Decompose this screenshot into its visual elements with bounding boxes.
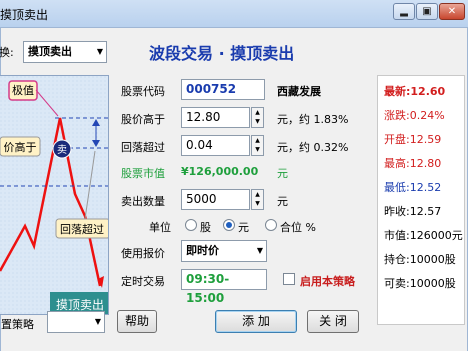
price-stepper[interactable]: ▲ ▼ bbox=[251, 107, 264, 128]
sell-badge: 卖 bbox=[57, 144, 67, 156]
sell-qty-unit: 元 bbox=[277, 195, 288, 208]
dialog-body: 换: 摸顶卖出 ▼ 波段交易 · 摸顶卖出 卖 极值 价高于 回落超过 摸顶卖出… bbox=[0, 28, 468, 351]
peak-label: 极值 bbox=[12, 83, 34, 97]
illustration-graphic: 卖 极值 价高于 回落超过 摸顶卖出 bbox=[0, 76, 108, 314]
market-value-info: 市值:126000元 bbox=[384, 229, 463, 242]
sell-qty-input[interactable]: 5000 bbox=[181, 189, 250, 210]
timer-input[interactable]: 09:30-15:00 bbox=[181, 269, 267, 305]
strategy-select[interactable]: 摸顶卖出 ▼ bbox=[23, 41, 107, 63]
unit-radio-yuan[interactable] bbox=[223, 219, 235, 231]
market-value: ¥126,000.00 bbox=[181, 165, 259, 178]
low-price: 最低:12.52 bbox=[384, 181, 442, 194]
timer-label: 定时交易 bbox=[121, 275, 165, 288]
close-window-button[interactable]: ✕ bbox=[439, 3, 465, 20]
price-unit: 元，约 1.83% bbox=[277, 113, 349, 126]
open-price: 开盘:12.59 bbox=[384, 133, 442, 146]
quote-select[interactable]: 即时价 ▼ bbox=[181, 240, 267, 262]
stock-name: 西藏发展 bbox=[277, 85, 321, 98]
strategy-illustration: 卖 极值 价高于 回落超过 摸顶卖出 bbox=[0, 75, 109, 315]
maximize-button[interactable]: ▣ bbox=[416, 3, 438, 20]
sell-qty-label: 卖出数量 bbox=[121, 195, 165, 208]
unit-option-percent: 合位 % bbox=[280, 221, 316, 234]
sell-qty-stepper[interactable]: ▲ ▼ bbox=[251, 189, 264, 210]
enable-strategy-checkbox[interactable] bbox=[283, 273, 295, 285]
fallback-field-label: 回落超过 bbox=[121, 141, 165, 154]
high-price: 最高:12.80 bbox=[384, 157, 442, 170]
illustration-footer-label: 摸顶卖出 bbox=[56, 298, 104, 312]
price-above-field-label: 股价高于 bbox=[121, 113, 165, 126]
fallback-input[interactable]: 0.04 bbox=[181, 135, 250, 156]
help-button[interactable]: 帮助 bbox=[117, 310, 157, 333]
strategy-setting-select[interactable]: ▼ bbox=[47, 311, 105, 333]
strategy-select-value: 摸顶卖出 bbox=[28, 45, 72, 58]
price-change: 涨跌:0.24% bbox=[384, 109, 445, 122]
unit-option-yuan: 元 bbox=[238, 221, 249, 234]
unit-radio-percent[interactable] bbox=[265, 219, 277, 231]
chevron-down-icon: ▼ bbox=[256, 246, 263, 255]
market-value-label: 股票市值 bbox=[121, 167, 165, 180]
page-title: 波段交易 · 摸顶卖出 bbox=[149, 44, 295, 63]
strategy-switch-label: 换: bbox=[0, 46, 14, 59]
unit-option-shares: 股 bbox=[200, 221, 211, 234]
fallback-stepper[interactable]: ▲ ▼ bbox=[251, 135, 264, 156]
latest-price: 最新:12.60 bbox=[384, 85, 446, 98]
price-above-label: 价高于 bbox=[4, 140, 37, 154]
quote-info-panel: 最新:12.60 涨跌:0.24% 开盘:12.59 最高:12.80 最低:1… bbox=[377, 75, 465, 325]
chevron-down-icon: ▼ bbox=[96, 47, 103, 56]
add-button[interactable]: 添 加 bbox=[215, 310, 297, 333]
enable-strategy-label: 启用本策略 bbox=[300, 275, 355, 288]
chevron-down-icon: ▼ bbox=[94, 317, 101, 326]
holding-info: 持仓:10000股 bbox=[384, 253, 456, 266]
quote-select-value: 即时价 bbox=[186, 244, 219, 257]
stock-code-label: 股票代码 bbox=[121, 85, 165, 98]
prev-close: 昨收:12.57 bbox=[384, 205, 442, 218]
minimize-button[interactable]: ▂ bbox=[393, 3, 415, 20]
price-above-input[interactable]: 12.80 bbox=[181, 107, 250, 128]
close-button[interactable]: 关 闭 bbox=[307, 310, 359, 333]
quote-label: 使用报价 bbox=[121, 247, 165, 260]
title-bar: 摸顶卖出 ▂ ▣ ✕ bbox=[0, 0, 468, 28]
unit-radio-shares[interactable] bbox=[185, 219, 197, 231]
fallback-label: 回落超过 bbox=[60, 222, 104, 236]
strategy-setting-label: 置策略 bbox=[1, 318, 34, 331]
window-title: 摸顶卖出 bbox=[0, 8, 49, 22]
fallback-unit: 元，约 0.32% bbox=[277, 141, 349, 154]
unit-label: 单位 bbox=[149, 221, 171, 234]
market-value-unit: 元 bbox=[277, 167, 288, 180]
stock-code-input[interactable]: 000752 bbox=[181, 79, 265, 100]
sellable-info: 可卖:10000股 bbox=[384, 277, 456, 290]
